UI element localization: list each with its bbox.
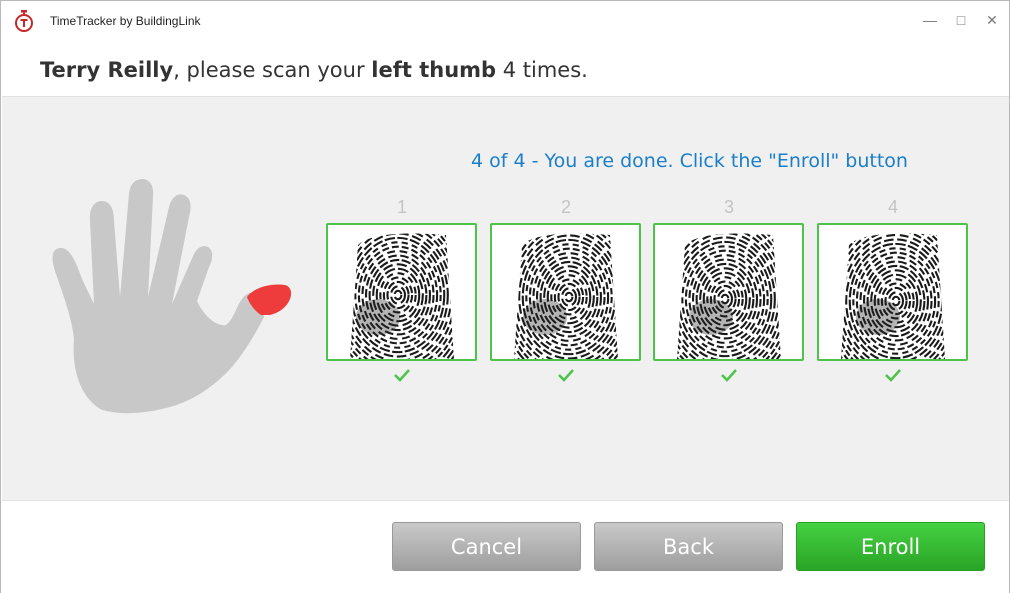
scan-slot-4: 4: [817, 197, 969, 391]
fingerprint-image: [653, 223, 804, 361]
fingerprint-image: [490, 223, 641, 361]
close-icon[interactable]: ✕: [977, 9, 1007, 31]
check-icon: [490, 367, 642, 391]
scan-slot-2: 2: [490, 197, 642, 391]
scan-number: 2: [560, 197, 571, 217]
scan-instruction: Terry Reilly, please scan your left thum…: [40, 58, 588, 82]
window-title: TimeTracker by BuildingLink: [50, 14, 201, 28]
back-button[interactable]: Back: [594, 522, 783, 571]
scan-panel: 4 of 4 - You are done. Click the "Enroll…: [2, 96, 1009, 501]
instruction-text: , please scan your: [173, 58, 372, 82]
stopwatch-logo-icon: [13, 10, 35, 32]
fingerprint-image: [817, 223, 968, 361]
scan-number: 4: [887, 197, 898, 217]
instruction-tail: 4 times.: [496, 58, 588, 82]
scan-status-message: 4 of 4 - You are done. Click the "Enroll…: [471, 150, 908, 172]
enroll-button[interactable]: Enroll: [796, 522, 985, 571]
check-icon: [326, 367, 478, 391]
title-bar[interactable]: TimeTracker by BuildingLink — □ ✕: [1, 1, 1009, 41]
cancel-button[interactable]: Cancel: [392, 522, 581, 571]
fingerprint-image: [326, 223, 477, 361]
check-icon: [817, 367, 969, 391]
scan-slot-3: 3: [653, 197, 805, 391]
check-icon: [653, 367, 805, 391]
left-hand-icon: [52, 179, 292, 414]
scan-number: 3: [723, 197, 734, 217]
user-name: Terry Reilly: [40, 58, 174, 82]
finger-name: left thumb: [371, 58, 497, 82]
minimize-icon[interactable]: —: [915, 9, 945, 31]
maximize-icon[interactable]: □: [946, 9, 976, 31]
scan-number: 1: [396, 197, 407, 217]
scan-slot-1: 1: [326, 197, 478, 391]
button-bar: Cancel Back Enroll: [1, 501, 1009, 593]
app-window: TimeTracker by BuildingLink — □ ✕ Terry …: [0, 0, 1010, 593]
